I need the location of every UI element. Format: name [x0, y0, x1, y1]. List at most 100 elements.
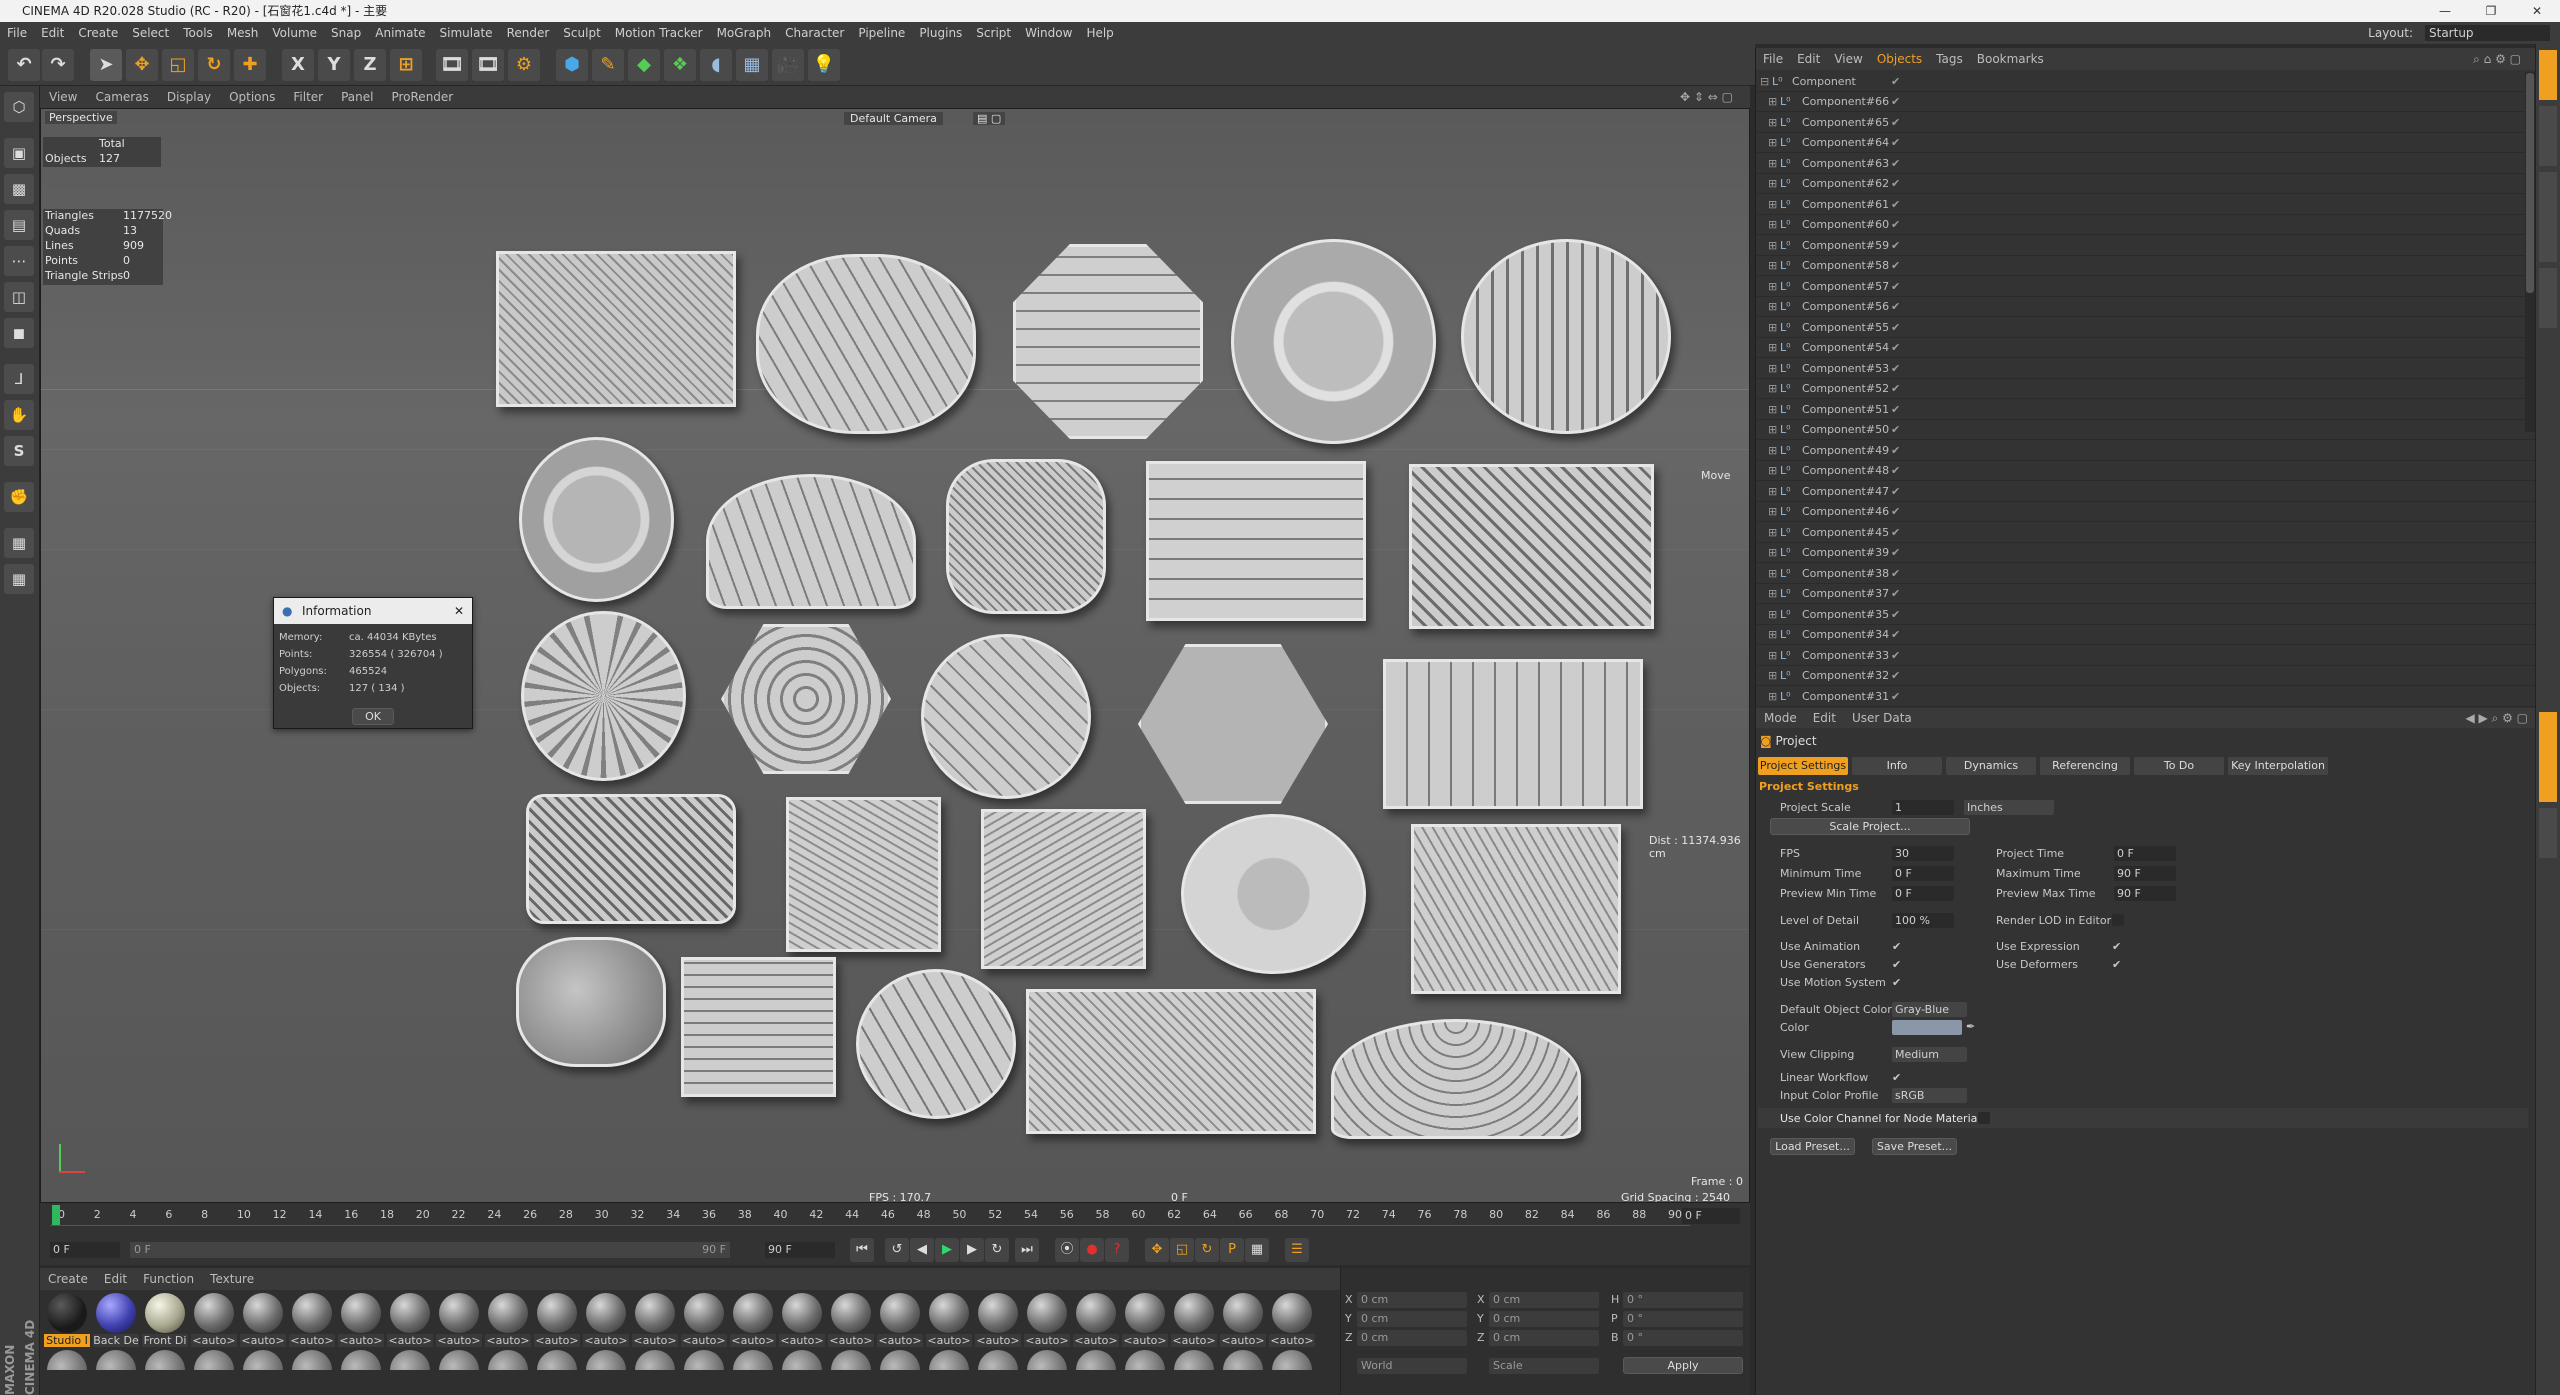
menu-volume[interactable]: Volume — [265, 22, 324, 44]
rotation-p-field[interactable]: 0 ° — [1623, 1311, 1743, 1327]
position-z-field[interactable]: 0 cm — [1357, 1330, 1467, 1346]
spline-pen-icon[interactable]: ✎ — [592, 49, 624, 81]
menu-character[interactable]: Character — [778, 22, 851, 44]
carved-panel-model[interactable] — [756, 254, 976, 434]
start-frame-field[interactable]: 0 F — [50, 1242, 120, 1258]
object-row[interactable]: ⊞ L⁰ Component#66 ✔ — [1756, 92, 2536, 112]
carved-panel-model[interactable] — [856, 969, 1016, 1119]
visibility-check[interactable]: ✔ — [1891, 318, 1900, 338]
expand-icon[interactable]: ⊞ — [1768, 523, 1777, 543]
play-forward-icon[interactable]: ▶ — [935, 1238, 959, 1262]
material-swatch-partial[interactable] — [47, 1350, 87, 1370]
material-swatch[interactable]: <auto> — [436, 1293, 482, 1347]
attr-menu-user-data[interactable]: User Data — [1844, 711, 1920, 725]
object-row[interactable]: ⊞ L⁰ Component#47 ✔ — [1756, 482, 2536, 502]
expand-icon[interactable]: ⊞ — [1768, 154, 1777, 174]
expand-icon[interactable]: ⊞ — [1768, 92, 1777, 112]
texture-mode-icon[interactable]: ▩ — [4, 174, 34, 204]
tab-referencing[interactable]: Referencing — [2040, 757, 2130, 775]
menu-help[interactable]: Help — [1079, 22, 1120, 44]
axis-mode-icon[interactable]: ⅃ — [4, 364, 34, 394]
save-preset-button[interactable]: Save Preset... — [1872, 1138, 1957, 1155]
material-swatch[interactable]: <auto> — [338, 1293, 384, 1347]
object-row[interactable]: ⊞ L⁰ Component#50 ✔ — [1756, 420, 2536, 440]
object-row[interactable]: ⊞ L⁰ Component#65 ✔ — [1756, 113, 2536, 133]
render-picture-viewer-icon[interactable]: 🎞 — [472, 49, 504, 81]
obj-menu-tags[interactable]: Tags — [1929, 48, 1970, 70]
size-z-field[interactable]: 0 cm — [1489, 1330, 1599, 1346]
select-arrow-icon[interactable]: ➤ — [90, 49, 122, 81]
object-row-root[interactable]: ⊟ L⁰ Component ✔ — [1756, 72, 2536, 92]
object-row[interactable]: ⊞ L⁰ Component#55 ✔ — [1756, 318, 2536, 338]
menu-animate[interactable]: Animate — [368, 22, 432, 44]
size-x-field[interactable]: 0 cm — [1489, 1292, 1599, 1308]
carved-panel-model[interactable] — [519, 437, 674, 602]
expand-icon[interactable]: ⊞ — [1768, 420, 1777, 440]
material-swatch[interactable]: <auto> — [1073, 1293, 1119, 1347]
visibility-check[interactable]: ✔ — [1891, 359, 1900, 379]
visibility-check[interactable]: ✔ — [1891, 215, 1900, 235]
material-swatch-partial[interactable] — [880, 1350, 920, 1370]
material-swatch-partial[interactable] — [145, 1350, 185, 1370]
menu-plugins[interactable]: Plugins — [912, 22, 969, 44]
collapse-icon[interactable]: ⊟ — [1760, 72, 1769, 92]
expand-icon[interactable]: ⊞ — [1768, 502, 1777, 522]
coordinate-system-icon[interactable]: ⊞ — [390, 49, 422, 81]
carved-panel-model[interactable] — [706, 474, 916, 609]
render-settings-icon[interactable]: ⚙ — [508, 49, 540, 81]
expand-icon[interactable]: ⊞ — [1768, 379, 1777, 399]
object-row[interactable]: ⊞ L⁰ Component#62 ✔ — [1756, 174, 2536, 194]
menu-window[interactable]: Window — [1018, 22, 1079, 44]
vp-menu-filter[interactable]: Filter — [284, 86, 332, 108]
material-swatch-partial[interactable] — [96, 1350, 136, 1370]
viewport-nav-icons[interactable]: ✥ ⇕ ⇔ ▢ — [1671, 86, 1742, 108]
object-row[interactable]: ⊞ L⁰ Component#33 ✔ — [1756, 646, 2536, 666]
object-row[interactable]: ⊞ L⁰ Component#31 ✔ — [1756, 687, 2536, 707]
material-swatch-partial[interactable] — [635, 1350, 675, 1370]
object-row[interactable]: ⊞ L⁰ Component#51 ✔ — [1756, 400, 2536, 420]
material-swatch-partial[interactable] — [390, 1350, 430, 1370]
preview-min-time-field[interactable]: 0 F — [1892, 886, 1954, 901]
undo-icon[interactable]: ↶ — [8, 49, 40, 81]
menu-file[interactable]: File — [0, 22, 34, 44]
floor-icon[interactable]: ▦ — [736, 49, 768, 81]
material-swatch[interactable]: <auto> — [730, 1293, 776, 1347]
input-color-profile-select[interactable]: sRGB — [1892, 1088, 1967, 1103]
expand-icon[interactable]: ⊞ — [1768, 318, 1777, 338]
mat-menu-create[interactable]: Create — [40, 1268, 96, 1290]
attribute-nav-icons[interactable]: ◀ ▶ ⌕ ⚙ ▢ — [2465, 708, 2528, 728]
visibility-check[interactable]: ✔ — [1891, 687, 1900, 707]
carved-panel-model[interactable] — [721, 624, 891, 774]
project-scale-field[interactable]: 1 — [1892, 800, 1954, 815]
tab-layers-vertical[interactable] — [2539, 808, 2557, 858]
preview-max-time-field[interactable]: 90 F — [2114, 886, 2176, 901]
material-swatch[interactable]: <auto> — [828, 1293, 874, 1347]
project-scale-unit-select[interactable]: Inches — [1964, 800, 2054, 815]
viewport-layout-icons[interactable]: ▤ ▢ — [973, 112, 1006, 125]
close-icon[interactable]: ✕ — [454, 598, 464, 624]
previous-frame-icon[interactable]: ◀ — [910, 1238, 934, 1262]
material-swatch[interactable]: <auto> — [1171, 1293, 1217, 1347]
material-swatch-partial[interactable] — [978, 1350, 1018, 1370]
object-row[interactable]: ⊞ L⁰ Component#53 ✔ — [1756, 359, 2536, 379]
use-generators-checkbox[interactable]: ✔ — [1892, 958, 1901, 971]
menu-script[interactable]: Script — [969, 22, 1018, 44]
obj-menu-view[interactable]: View — [1827, 48, 1869, 70]
menu-snap[interactable]: Snap — [324, 22, 368, 44]
expand-icon[interactable]: ⊞ — [1768, 338, 1777, 358]
use-animation-checkbox[interactable]: ✔ — [1892, 940, 1901, 953]
expand-icon[interactable]: ⊞ — [1768, 297, 1777, 317]
carved-panel-model[interactable] — [516, 937, 666, 1067]
material-swatch-partial[interactable] — [782, 1350, 822, 1370]
polygons-mode-icon[interactable]: ◼ — [4, 318, 34, 348]
material-swatch[interactable]: Front Di — [142, 1293, 188, 1347]
object-scrollbar[interactable] — [2525, 72, 2535, 432]
obj-menu-edit[interactable]: Edit — [1790, 48, 1827, 70]
material-swatch-partial[interactable] — [1223, 1350, 1263, 1370]
carved-panel-model[interactable] — [946, 459, 1106, 614]
visibility-check[interactable]: ✔ — [1891, 564, 1900, 584]
object-row[interactable]: ⊞ L⁰ Component#57 ✔ — [1756, 277, 2536, 297]
redo-icon[interactable]: ↷ — [42, 49, 74, 81]
material-swatch[interactable]: <auto> — [779, 1293, 825, 1347]
world-select[interactable]: World — [1357, 1358, 1467, 1374]
